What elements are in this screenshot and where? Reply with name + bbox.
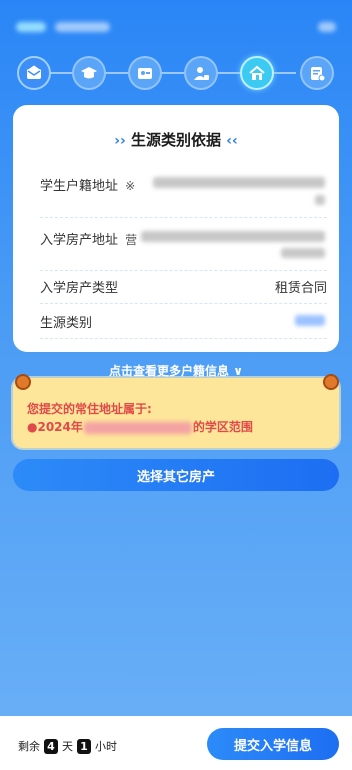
blurred-title	[16, 22, 46, 32]
step-connector	[216, 72, 240, 74]
divider	[40, 303, 327, 304]
house-icon	[249, 65, 265, 80]
row-property-type: 入学房产类型 租赁合同	[40, 277, 327, 296]
pin-icon	[15, 374, 31, 390]
step-envelope[interactable]	[17, 56, 51, 90]
more-household-info-link[interactable]: 点击查看更多户籍信息 ∨	[0, 362, 352, 379]
submit-enrollment-button[interactable]: 提交入学信息	[207, 728, 339, 760]
step-connector	[48, 72, 72, 74]
step-id-card[interactable]	[128, 56, 162, 90]
envelope-icon	[26, 65, 42, 79]
row-value: 租赁合同	[274, 281, 327, 296]
card-title-row: ›› 生源类别依据 ‹‹	[13, 129, 339, 150]
notice-line1: 您提交的常住地址属于:	[27, 402, 152, 416]
person-icon	[194, 67, 209, 80]
info-card: ›› 生源类别依据 ‹‹ 学生户籍地址 ※ 入学房产地址 营 入学房产类型 租赁…	[13, 105, 339, 352]
pin-icon	[323, 374, 339, 390]
step-person[interactable]	[184, 56, 218, 90]
notice-box: 您提交的常住地址属于: ●2024年 的学区范围	[13, 374, 339, 448]
blurred-value	[315, 195, 325, 205]
blurred-value	[153, 177, 325, 188]
top-bar	[0, 0, 352, 52]
row-label: 学生户籍地址	[40, 179, 119, 194]
row-label: 入学房产类型	[40, 281, 119, 296]
row-value-prefix: 营	[125, 233, 138, 247]
day-unit: 天	[62, 740, 73, 753]
step-document[interactable]	[300, 56, 334, 90]
divider	[40, 217, 327, 218]
graduation-cap-icon	[81, 67, 97, 79]
id-card-icon	[138, 68, 152, 79]
blurred-value	[141, 231, 325, 242]
row-source-category: 生源类别	[40, 312, 327, 331]
blurred-value	[281, 248, 325, 258]
footer-bar: 剩余 4 天 1 小时 提交入学信息	[0, 716, 352, 770]
row-value-prefix: ※	[125, 179, 136, 193]
blurred-value	[295, 315, 325, 326]
step-connector	[272, 72, 296, 74]
row-label: 生源类别	[40, 316, 93, 331]
hours-count: 1	[77, 738, 91, 754]
step-graduation[interactable]	[72, 56, 106, 90]
divider	[40, 270, 327, 271]
blurred-subtitle	[55, 22, 110, 32]
choose-other-property-button[interactable]: 选择其它房产	[13, 459, 339, 491]
remain-label: 剩余	[18, 740, 40, 753]
step-house[interactable]	[240, 56, 274, 90]
step-progress	[0, 50, 352, 94]
blurred-district	[83, 421, 192, 434]
notice-line2-suffix: 的学区范围	[192, 420, 253, 434]
card-title: 生源类别依据	[130, 131, 221, 149]
notice-line2: ●2024年 的学区范围	[27, 418, 253, 435]
notice-line2-prefix: ●2024年	[27, 420, 83, 434]
row-label: 入学房产地址	[40, 233, 119, 248]
double-right-arrow-icon: ››	[114, 133, 126, 149]
days-count: 4	[44, 738, 58, 754]
step-connector	[160, 72, 184, 74]
document-icon	[311, 67, 326, 82]
divider	[40, 338, 327, 339]
hour-unit: 小时	[95, 740, 117, 753]
remaining-time: 剩余 4 天 1 小时	[18, 738, 117, 754]
double-left-arrow-icon: ‹‹	[226, 133, 238, 149]
step-connector	[104, 72, 128, 74]
blurred-top-right	[318, 22, 336, 32]
